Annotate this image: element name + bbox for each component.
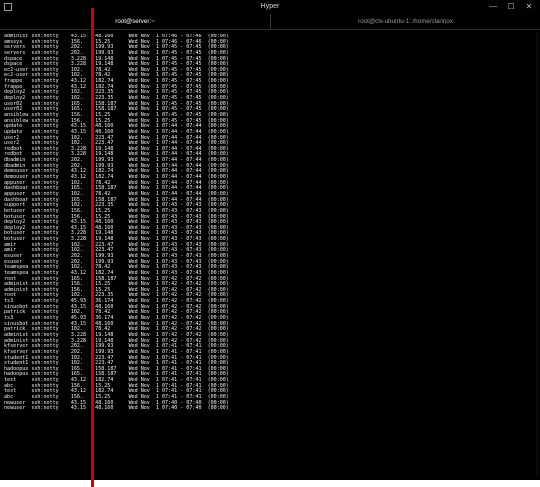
window-controls: — ☐ ✕ (484, 0, 538, 14)
terminal-scrollbar[interactable] (536, 32, 539, 476)
title-bar: Hyper — ☐ ✕ (0, 0, 540, 14)
terminal-line: newuser ssh:notty 43.15 48.160 Wed Nov 1… (4, 405, 229, 412)
maximize-button[interactable]: ☐ (502, 0, 520, 14)
red-annotation-line (91, 8, 94, 487)
close-button[interactable]: ✕ (520, 0, 538, 14)
tab-bar: root@server:~ root@clx-ubuntu-1: /home/c… (0, 14, 540, 30)
minimize-button[interactable]: — (484, 0, 502, 14)
tab-clx-ubuntu[interactable]: root@clx-ubuntu-1: /home/clarinox (270, 14, 540, 29)
tab-root-server[interactable]: root@server:~ (0, 14, 270, 29)
hyper-window: Hyper — ☐ ✕ root@server:~ root@clx-ubunt… (0, 0, 540, 480)
window-title: Hyper (260, 3, 280, 10)
terminal-output[interactable]: administ ssh:notty 43.15 48.160 Wed Nov … (4, 34, 504, 474)
